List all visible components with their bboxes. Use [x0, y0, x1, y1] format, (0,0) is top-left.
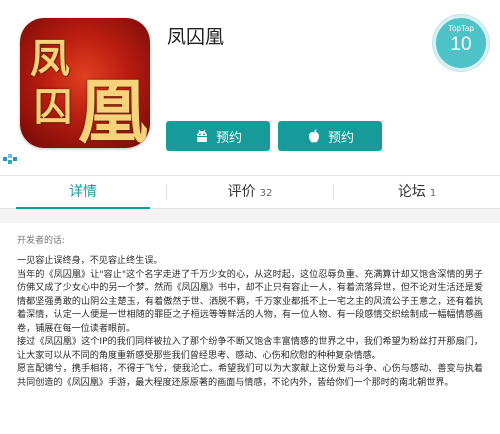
description-paragraph: 接过《凤囚凰》这个IP的我们同样被拉入了那个纷争不断又饱含丰富情感的世界之中，我… [17, 337, 483, 361]
tab-bar: 详情 评价 32 论坛 1 [0, 175, 500, 209]
developer-notes-heading: 开发者的话: [17, 236, 66, 246]
reserve-android-button[interactable]: 预约 [166, 121, 270, 151]
tab-label: 详情 [69, 184, 97, 200]
description-paragraph: 一见容止误终身，不见容止终生误。 [17, 256, 163, 266]
app-icon[interactable]: 凤 囚 凰 [20, 18, 150, 148]
tab-forum[interactable]: 论坛 1 [334, 176, 500, 208]
description-paragraph: 当年的《凤囚凰》让"容止"这个名字走进了千万少女的心，从这时起，这位忍辱负重、充… [17, 269, 483, 334]
badge-rank: 10 [450, 34, 472, 55]
tab-label: 评价 [227, 184, 256, 200]
description-text: 一见容止误终身，不见容止终生误。 当年的《凤囚凰》让"容止"这个名字走进了千万少… [17, 255, 483, 390]
apple-icon [308, 129, 319, 143]
app-icon-glyph: 凰 [78, 70, 148, 148]
app-icon-glyph: 囚 [34, 84, 73, 129]
app-icon-artwork: 凤 囚 凰 [20, 18, 150, 148]
tab-count: 32 [259, 188, 273, 199]
app-title: 凤囚凰 [167, 26, 225, 48]
tab-count: 1 [429, 188, 437, 199]
badge-tag: TopTap [448, 24, 474, 33]
toptap-rank-badge: TopTap 10 [433, 15, 489, 71]
section-divider [0, 209, 500, 223]
description-paragraph: 愿言配德兮，携手相将，不得于飞兮，使我沦亡。希望我们可以为大家献上这份爱与斗争、… [17, 364, 483, 388]
tab-label: 论坛 [397, 184, 426, 200]
app-header: 凤 囚 凰 凤囚凰 预约 预约 TopTap 10 [0, 0, 500, 168]
reserve-android-label: 预约 [215, 130, 242, 146]
reserve-ios-label: 预约 [327, 130, 354, 146]
tab-reviews[interactable]: 评价 32 [167, 176, 333, 208]
corner-logo-icon [3, 154, 17, 164]
reserve-ios-button[interactable]: 预约 [278, 121, 382, 151]
android-icon [196, 129, 207, 142]
developer-notes: 开发者的话: 一见容止误终身，不见容止终生误。 当年的《凤囚凰》让"容止"这个名… [0, 223, 500, 434]
tab-details[interactable]: 详情 [0, 176, 166, 209]
